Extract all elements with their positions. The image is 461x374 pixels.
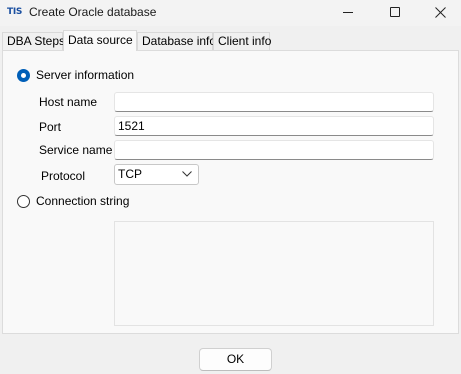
tab-dba-steps[interactable]: DBA Steps [2,32,65,50]
service-name-input[interactable] [114,140,434,160]
tab-strip: DBA Steps Data source Database info Clie… [0,30,461,51]
create-oracle-database-dialog: TIS Create Oracle database DBA Steps Dat… [0,0,461,374]
ok-button[interactable]: OK [199,348,272,371]
tab-client-info[interactable]: Client info [213,32,271,50]
connection-string-textarea[interactable] [114,221,434,326]
service-name-label: Service name [39,143,113,157]
port-label: Port [39,120,62,134]
connection-string-radio[interactable] [17,195,30,208]
maximize-button[interactable] [371,0,417,26]
title-bar[interactable]: TIS Create Oracle database [0,0,461,26]
chevron-down-icon [182,171,192,177]
connection-string-label[interactable]: Connection string [36,194,129,208]
tab-data-source[interactable]: Data source [63,30,137,51]
protocol-select[interactable]: TCP [114,164,199,185]
server-information-label[interactable]: Server information [36,68,134,82]
tab-database-info[interactable]: Database info [137,32,216,50]
close-icon [435,7,446,18]
window-title: Create Oracle database [29,5,157,19]
app-icon: TIS [7,7,23,17]
port-input[interactable] [114,116,434,136]
host-name-input[interactable] [114,92,434,112]
minimize-icon [343,12,353,13]
host-name-label: Host name [39,95,98,109]
maximize-icon [390,7,400,17]
minimize-button[interactable] [325,0,371,26]
close-button[interactable] [417,0,461,26]
protocol-label: Protocol [41,169,86,183]
server-information-radio[interactable] [17,69,30,82]
protocol-selected-value: TCP [118,167,142,181]
